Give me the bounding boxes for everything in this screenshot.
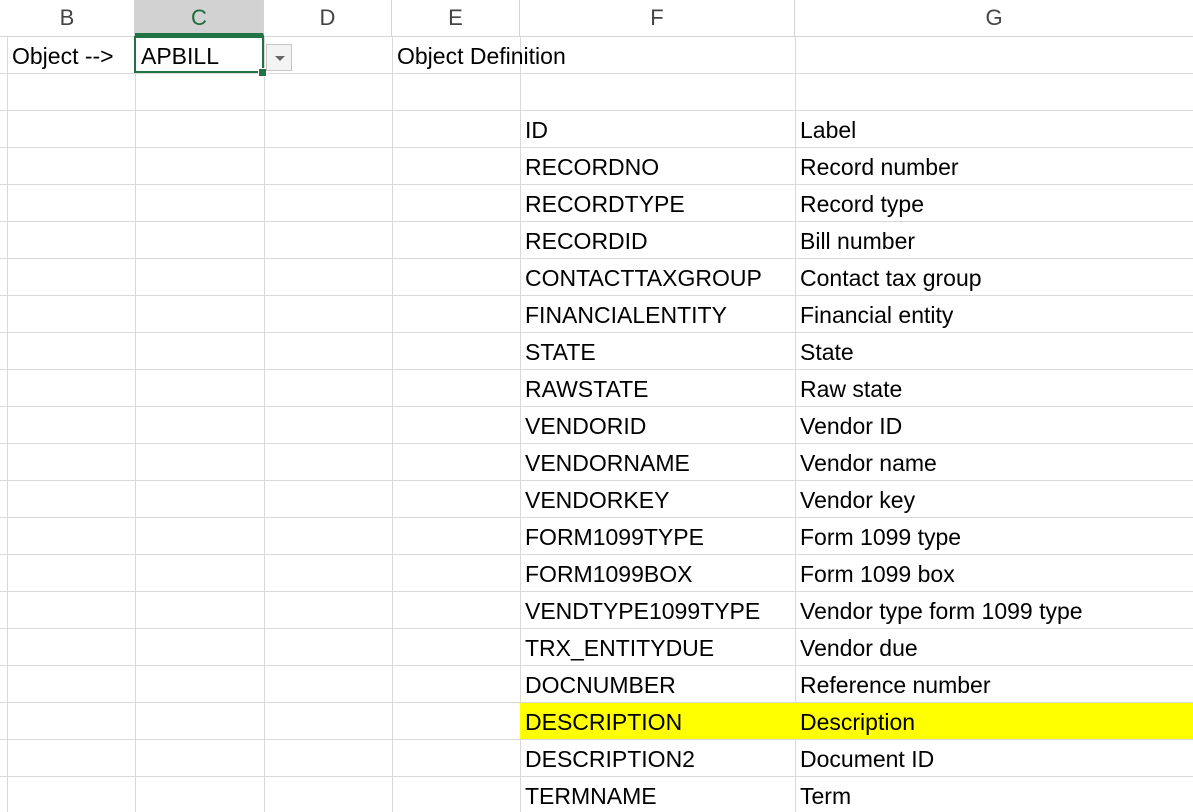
table-cell-label[interactable]: Description bbox=[795, 703, 1193, 739]
table-cell-id[interactable]: TRX_ENTITYDUE bbox=[520, 629, 795, 665]
table-cell-label[interactable]: Vendor name bbox=[795, 444, 1193, 480]
gridline-a bbox=[7, 37, 8, 812]
table-cell-id[interactable]: RECORDID bbox=[520, 222, 795, 258]
table-header-label[interactable]: Label bbox=[795, 111, 1193, 147]
object-dropdown-button[interactable] bbox=[266, 44, 292, 71]
column-header-e[interactable]: E bbox=[392, 0, 520, 36]
table-cell-id[interactable]: DESCRIPTION2 bbox=[520, 740, 795, 776]
table-cell-id[interactable]: VENDTYPE1099TYPE bbox=[520, 592, 795, 628]
table-cell-id[interactable]: RECORDTYPE bbox=[520, 185, 795, 221]
table-cell-label[interactable]: Vendor key bbox=[795, 481, 1193, 517]
table-cell-label[interactable]: Raw state bbox=[795, 370, 1193, 406]
table-cell-label[interactable]: Term bbox=[795, 777, 1193, 812]
table-cell-id[interactable]: VENDORID bbox=[520, 407, 795, 443]
table-cell-id[interactable]: FORM1099TYPE bbox=[520, 518, 795, 554]
table-cell-label[interactable]: Vendor due bbox=[795, 629, 1193, 665]
table-cell-label[interactable]: State bbox=[795, 333, 1193, 369]
table-cell-id[interactable]: RAWSTATE bbox=[520, 370, 795, 406]
object-label-cell[interactable]: Object --> bbox=[7, 37, 135, 73]
object-selector-cell[interactable]: APBILL bbox=[134, 36, 264, 73]
table-cell-label[interactable]: Document ID bbox=[795, 740, 1193, 776]
table-cell-label[interactable]: Reference number bbox=[795, 666, 1193, 702]
table-cell-id[interactable]: TERMNAME bbox=[520, 777, 795, 812]
column-header-g[interactable]: G bbox=[795, 0, 1193, 36]
column-header-d[interactable]: D bbox=[264, 0, 392, 36]
column-header-f[interactable]: F bbox=[520, 0, 795, 36]
column-header-row: B C D E F G bbox=[0, 0, 1193, 37]
cell-grid[interactable]: Object --> Object Definition ID Label RE… bbox=[0, 37, 1193, 812]
table-cell-label[interactable]: Record type bbox=[795, 185, 1193, 221]
gridline-d bbox=[392, 37, 393, 812]
table-cell-label[interactable]: Form 1099 type bbox=[795, 518, 1193, 554]
table-cell-id[interactable]: DESCRIPTION bbox=[520, 703, 795, 739]
table-cell-label[interactable]: Vendor ID bbox=[795, 407, 1193, 443]
table-cell-label[interactable]: Bill number bbox=[795, 222, 1193, 258]
table-cell-id[interactable]: VENDORNAME bbox=[520, 444, 795, 480]
table-cell-id[interactable]: RECORDNO bbox=[520, 148, 795, 184]
gridline-c bbox=[264, 37, 265, 812]
table-cell-label[interactable]: Contact tax group bbox=[795, 259, 1193, 295]
table-cell-id[interactable]: CONTACTTAXGROUP bbox=[520, 259, 795, 295]
spreadsheet: B C D E F G Object --> Object Definition… bbox=[0, 0, 1193, 812]
chevron-down-icon bbox=[275, 56, 285, 61]
object-definition-title-cell[interactable]: Object Definition bbox=[392, 37, 792, 73]
gridline-b bbox=[135, 37, 136, 812]
table-cell-label[interactable]: Financial entity bbox=[795, 296, 1193, 332]
table-cell-id[interactable]: FORM1099BOX bbox=[520, 555, 795, 591]
table-cell-id[interactable]: FINANCIALENTITY bbox=[520, 296, 795, 332]
table-cell-label[interactable]: Record number bbox=[795, 148, 1193, 184]
table-header-id[interactable]: ID bbox=[520, 111, 795, 147]
table-cell-id[interactable]: DOCNUMBER bbox=[520, 666, 795, 702]
column-header-b[interactable]: B bbox=[0, 0, 135, 36]
table-cell-label[interactable]: Form 1099 box bbox=[795, 555, 1193, 591]
table-cell-id[interactable]: STATE bbox=[520, 333, 795, 369]
row-gridline bbox=[0, 110, 1193, 111]
table-cell-label[interactable]: Vendor type form 1099 type bbox=[795, 592, 1193, 628]
table-cell-id[interactable]: VENDORKEY bbox=[520, 481, 795, 517]
column-header-c[interactable]: C bbox=[135, 0, 264, 36]
